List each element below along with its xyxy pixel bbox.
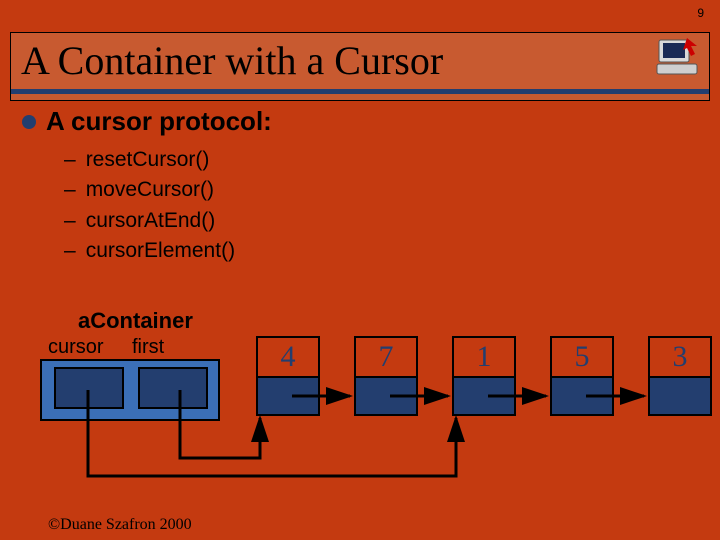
computer-icon: [655, 36, 699, 78]
protocol-name: cursorElement(): [86, 239, 235, 262]
list-item: –moveCursor(): [64, 175, 698, 205]
protocol-name: resetCursor(): [86, 148, 210, 171]
page-number: 9: [697, 6, 704, 20]
protocol-name: cursorAtEnd(): [86, 209, 216, 232]
bullet-text: A cursor protocol:: [46, 106, 272, 137]
list-item: –cursorAtEnd(): [64, 206, 698, 236]
linked-list-diagram: aContainer cursor first 4 7 1 5 3: [0, 308, 720, 488]
bullet-icon: [22, 115, 36, 129]
list-item: –resetCursor(): [64, 145, 698, 175]
slide-title: A Container with a Cursor: [11, 33, 709, 100]
slide-title-bar: A Container with a Cursor: [10, 32, 710, 101]
protocol-name: moveCursor(): [86, 178, 214, 201]
list-item: –cursorElement(): [64, 236, 698, 266]
pointer-arrows: [0, 308, 720, 508]
content-area: A cursor protocol: –resetCursor() –moveC…: [22, 106, 698, 267]
main-bullet: A cursor protocol:: [22, 106, 698, 137]
protocol-list: –resetCursor() –moveCursor() –cursorAtEn…: [64, 145, 698, 267]
copyright-footer: ©Duane Szafron 2000: [48, 516, 192, 534]
